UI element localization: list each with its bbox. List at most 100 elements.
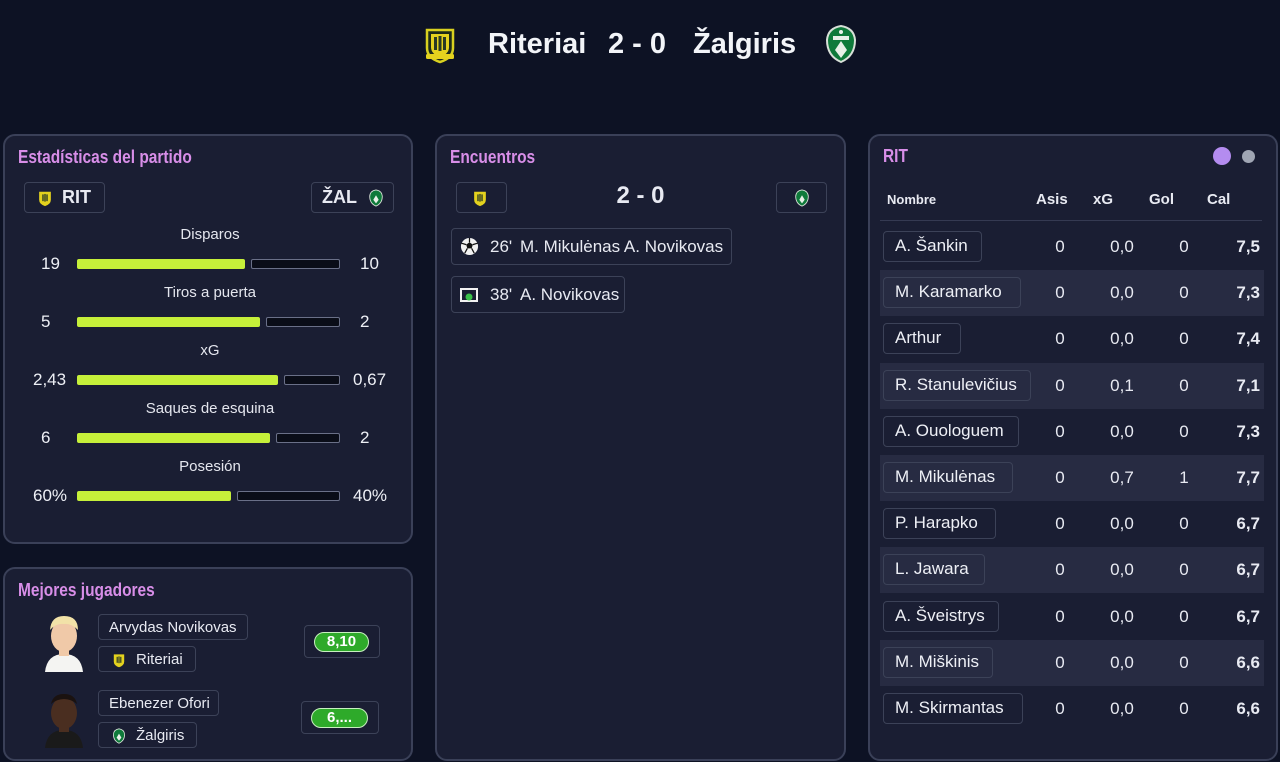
stat-home-bar — [77, 375, 278, 385]
assists-cell: 0 — [1055, 421, 1065, 441]
player-name-chip[interactable]: A. Ouologuem — [883, 415, 1019, 447]
event-minute: 26' — [490, 237, 513, 256]
event-minute: 38' — [490, 285, 513, 304]
player-avatar — [45, 694, 83, 748]
player-name-chip[interactable]: M. Mikulėnas — [883, 462, 1013, 493]
player-name: R. Stanulevičius — [895, 374, 1017, 394]
rating-cell: 7,7 — [1236, 468, 1260, 487]
player-name-chip[interactable]: A. Šankin — [883, 231, 982, 262]
lineup-panel-title: RIT — [883, 146, 908, 166]
xg-cell: 0,0 — [1110, 652, 1134, 672]
best-player-row[interactable]: Ebenezer Ofori Žalgiris 6,... — [5, 685, 411, 755]
xg-cell: 0,1 — [1110, 375, 1134, 395]
column-header-assists[interactable]: Asis — [1036, 191, 1068, 208]
player-team-name: Žalgiris — [136, 727, 185, 744]
table-row[interactable]: Arthur 0 0,0 0 7,4 — [880, 316, 1264, 362]
player-name-chip: Arvydas Novikovas — [98, 614, 248, 640]
player-name-chip[interactable]: L. Jawara — [883, 554, 985, 586]
player-name-chip[interactable]: M. Karamarko — [883, 277, 1021, 309]
stat-home-bar — [77, 433, 270, 443]
goals-cell: 0 — [1179, 421, 1189, 441]
player-name-chip[interactable]: M. Miškinis — [883, 646, 993, 678]
player-name: P. Harapko — [895, 513, 978, 533]
stat-away-bar — [251, 259, 340, 269]
column-header-goals[interactable]: Gol — [1149, 191, 1174, 208]
table-row[interactable]: A. Ouologuem 0 0,0 0 7,3 — [880, 409, 1264, 455]
stat-label: Posesión — [179, 458, 241, 475]
stat-away-value: 0,67 — [353, 370, 387, 389]
stat-home-bar — [77, 259, 245, 269]
player-rating-chip: 6,... — [301, 701, 379, 734]
stat-away-value: 2 — [360, 312, 370, 331]
xg-cell: 0,0 — [1110, 237, 1134, 256]
table-row[interactable]: M. Skirmantas 0 0,0 0 6,6 — [880, 686, 1264, 732]
best-player-row[interactable]: Arvydas Novikovas Riteriai 8,10 — [5, 609, 411, 679]
player-name-chip[interactable]: A. Šveistrys — [883, 600, 999, 632]
player-team-chip: Žalgiris — [98, 722, 197, 748]
player-team-chip: Riteriai — [98, 646, 196, 672]
column-header-rating[interactable]: Cal — [1207, 191, 1230, 208]
match-header: Riteriai 2 - 0 Žalgiris — [0, 22, 1280, 68]
table-row[interactable]: A. Šankin 0 0,0 0 7,5 — [880, 224, 1264, 270]
stat-home-value: 60% — [33, 486, 68, 505]
zalgiris-crest-icon — [112, 728, 126, 744]
page-dot-inactive[interactable] — [1242, 150, 1255, 163]
player-team-name: Riteriai — [136, 651, 183, 668]
table-row[interactable]: M. Mikulėnas 0 0,7 1 7,7 — [880, 455, 1264, 501]
table-row[interactable]: P. Harapko 0 0,0 0 6,7 — [880, 501, 1264, 547]
player-name: A. Šankin — [895, 236, 968, 255]
stat-label: Disparos — [180, 226, 240, 243]
player-name-chip[interactable]: P. Harapko — [883, 508, 996, 540]
column-header-xg[interactable]: xG — [1093, 191, 1113, 208]
event-goal-chip[interactable]: 38' A. Novikovas — [451, 276, 625, 313]
rating-cell: 7,1 — [1236, 375, 1260, 395]
stat-away-value: 2 — [360, 428, 370, 447]
xg-cell: 0,0 — [1110, 560, 1134, 580]
stat-label: Saques de esquina — [145, 400, 275, 417]
column-header-name[interactable]: Nombre — [887, 192, 936, 207]
match-score: 2 - 0 — [608, 28, 667, 60]
player-name: A. Šveistrys — [895, 605, 985, 625]
player-rating: 6,... — [311, 708, 368, 728]
page-dot-active[interactable] — [1213, 147, 1231, 165]
best-players-title: Mejores jugadores — [18, 580, 155, 600]
goals-cell: 0 — [1179, 606, 1189, 626]
home-team-chip[interactable]: RIT — [24, 182, 105, 213]
player-name: M. Karamarko — [895, 282, 1002, 302]
table-row[interactable]: M. Karamarko 0 0,0 0 7,3 — [880, 270, 1264, 317]
stat-label: xG — [200, 342, 220, 359]
xg-cell: 0,0 — [1110, 514, 1134, 534]
assists-cell: 0 — [1055, 514, 1065, 534]
table-row[interactable]: A. Šveistrys 0 0,0 0 6,7 — [880, 594, 1264, 640]
away-team-chip[interactable] — [776, 182, 827, 213]
stat-away-bar — [237, 491, 340, 501]
player-name-chip[interactable]: Arthur — [883, 323, 961, 355]
table-row[interactable]: R. Stanulevičius 0 0,1 0 7,1 — [880, 362, 1264, 409]
stats-panel-title: Estadísticas del partido — [18, 147, 192, 167]
away-team-chip[interactable]: ŽAL — [311, 182, 394, 213]
player-name-chip[interactable]: R. Stanulevičius — [883, 369, 1031, 401]
table-row[interactable]: M. Miškinis 0 0,0 0 6,6 — [880, 639, 1264, 686]
home-team-name: Riteriai — [488, 28, 587, 60]
stat-home-value: 2,43 — [33, 370, 67, 389]
player-name: M. Miškinis — [895, 651, 980, 671]
goals-cell: 0 — [1179, 560, 1189, 580]
goal-net-icon — [460, 288, 478, 302]
rating-cell: 6,6 — [1236, 652, 1260, 672]
match-stats-panel: Estadísticas del partido RIT ŽAL Disparo… — [3, 134, 413, 544]
stat-away-bar — [284, 375, 340, 385]
player-name: A. Ouologuem — [895, 420, 1004, 440]
event-goal-chip[interactable]: 26' M. Mikulėnas A. Novikovas — [451, 228, 732, 265]
player-name: L. Jawara — [895, 559, 969, 579]
goals-cell: 0 — [1179, 375, 1189, 395]
goals-cell: 0 — [1179, 514, 1189, 534]
stat-home-value: 5 — [41, 312, 51, 331]
table-row[interactable]: L. Jawara 0 0,0 0 6,7 — [880, 547, 1264, 594]
header-divider — [880, 220, 1262, 221]
riteriai-crest-icon — [39, 191, 51, 207]
player-name-chip[interactable]: M. Skirmantas — [883, 693, 1023, 724]
stat-home-bar — [77, 491, 231, 501]
event-description: M. Mikulėnas A. Novikovas — [520, 237, 724, 256]
stat-away-bar — [266, 317, 340, 327]
rating-cell: 6,7 — [1236, 606, 1260, 626]
